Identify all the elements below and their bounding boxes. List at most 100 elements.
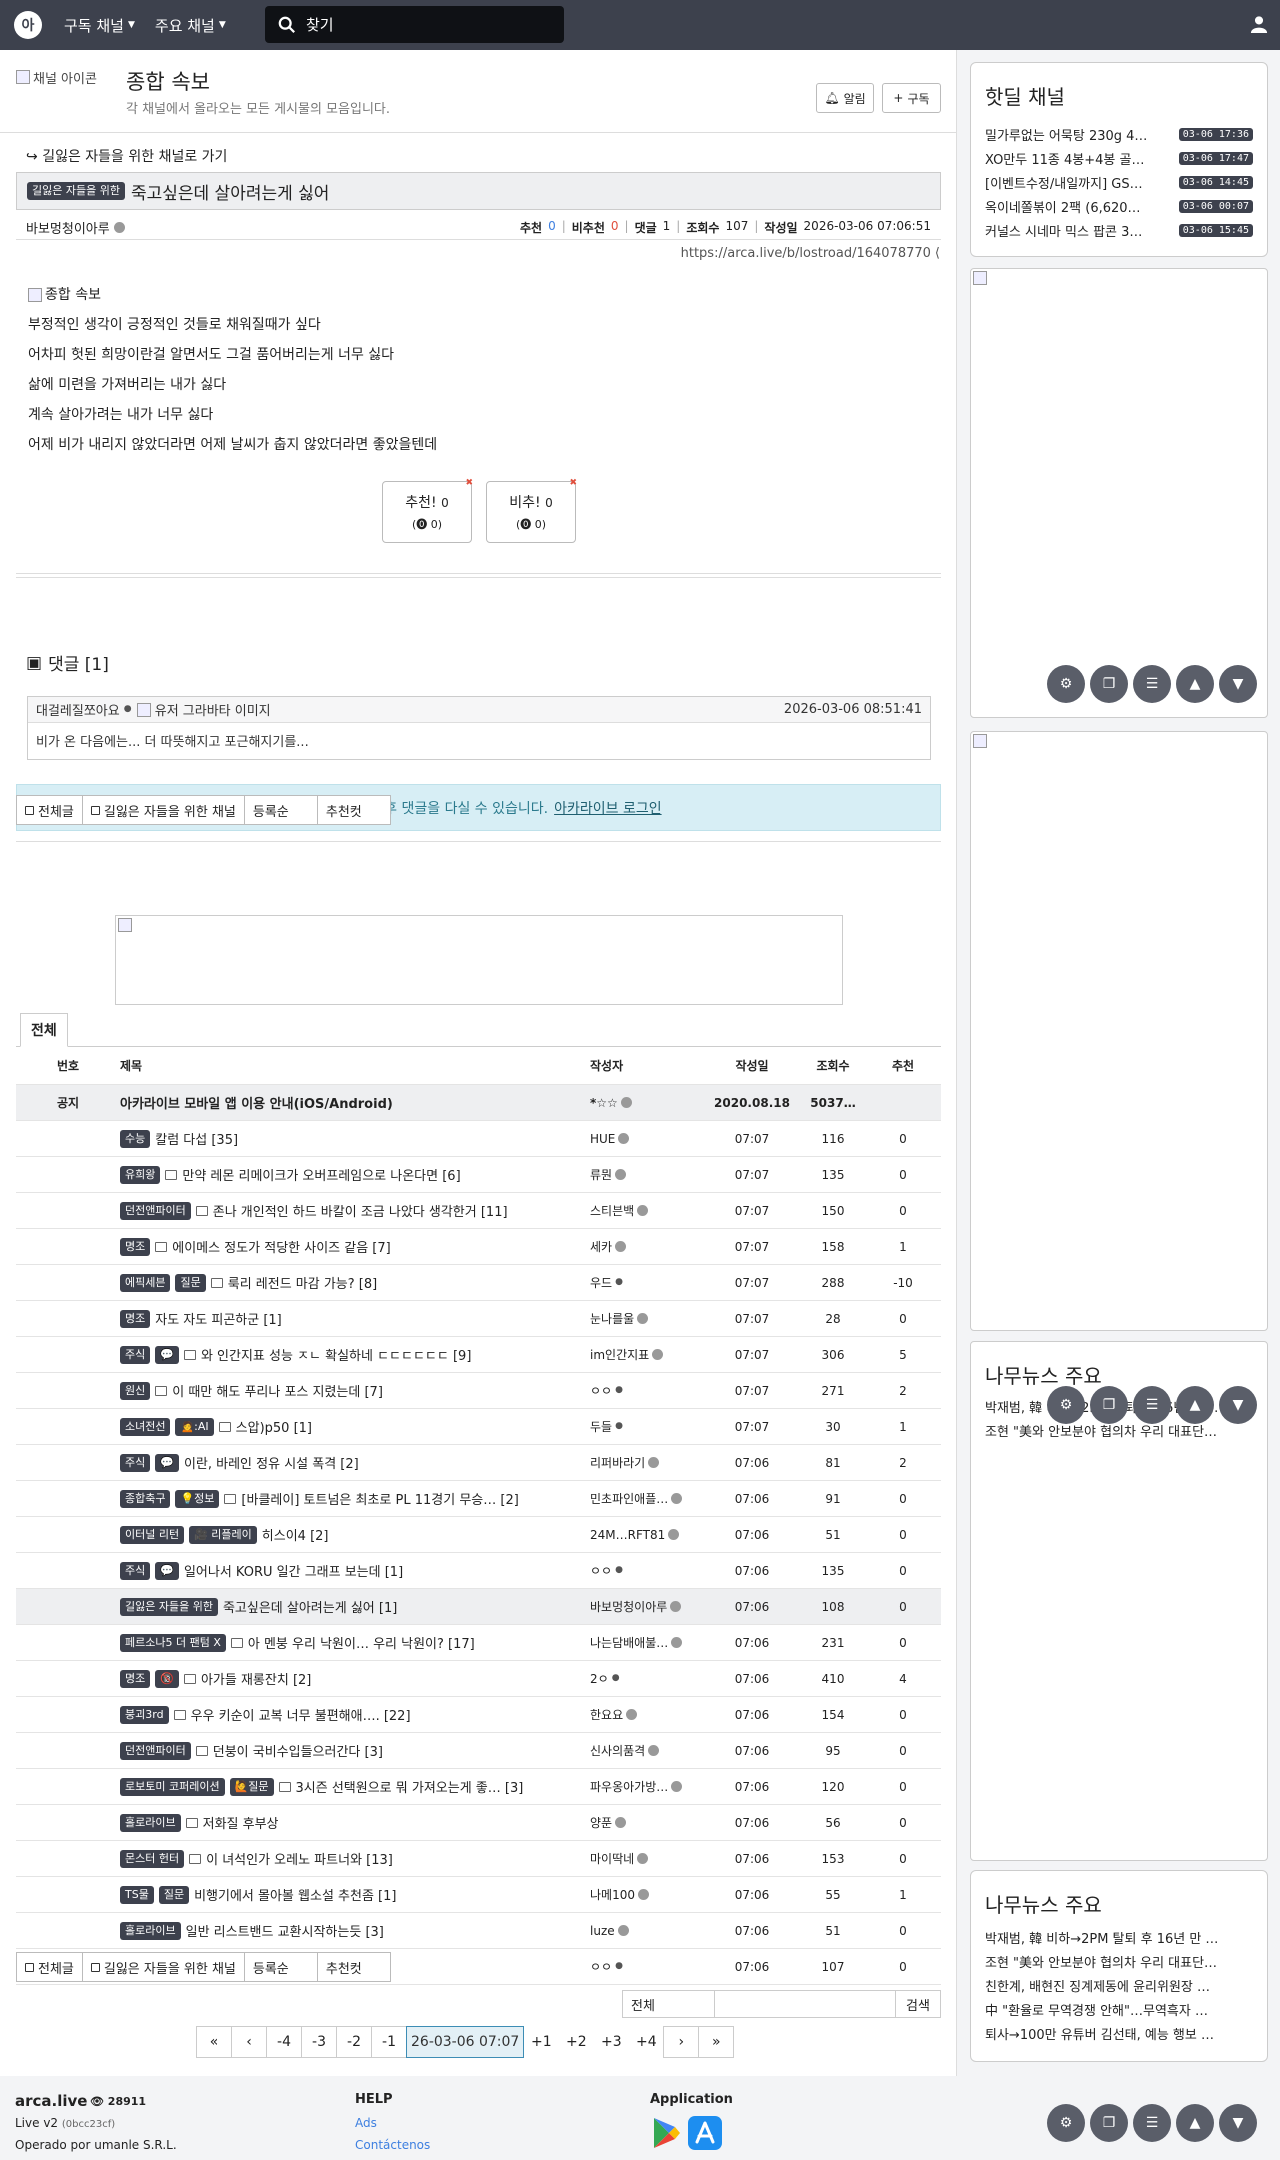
row-author[interactable]: 신사의품격: [590, 1742, 712, 1759]
table-row[interactable]: TS물 질문 비행기에서 몰아볼 웹소설 추천좀 [1] 나메100 07:06 55 1: [16, 1877, 941, 1913]
row-author[interactable]: 24M…RFT81: [590, 1528, 712, 1542]
user-icon[interactable]: [1250, 15, 1268, 33]
row-author[interactable]: 스티븐백: [590, 1202, 712, 1219]
tab-channel[interactable]: 길잃은 자들을 위한 채널: [81, 795, 245, 825]
page-button[interactable]: ‹: [231, 2026, 267, 2058]
scroll-down-button[interactable]: ▼: [1219, 1386, 1257, 1424]
hot-item[interactable]: 옥이네쫄볶이 2팩 (6,620… 03-06 00:07: [971, 194, 1267, 218]
tab-recommended-cut[interactable]: 추천컷: [316, 1952, 391, 1982]
row-title[interactable]: 원신 이 때만 해도 푸리나 포스 지렸는데 [7]: [120, 1381, 590, 1400]
row-author[interactable]: 눈나를울: [590, 1310, 712, 1327]
channel-title[interactable]: 종합 속보: [126, 66, 210, 96]
category-badge[interactable]: 💬: [155, 1345, 179, 1364]
settings-button[interactable]: ⚙: [1047, 2104, 1085, 2142]
row-title[interactable]: 홀로라이브 일반 리스트밴드 교환시작하는듯 [3]: [120, 1921, 590, 1940]
news-item[interactable]: 조현 "美와 안보분야 협의차 우리 대표단…: [971, 1421, 1267, 1445]
vote-up-button[interactable]: ✖ 추천! 0 (⓿ 0): [382, 478, 473, 543]
tab-all-posts[interactable]: 전체글: [16, 795, 83, 825]
back-to-channel-link[interactable]: ↪ 길잃은 자들을 위한 채널로 가기: [26, 146, 227, 166]
notice-row[interactable]: 공지 아카라이브 모바일 앱 이용 안내(iOS/Android) *☆☆ 20…: [16, 1085, 941, 1121]
row-title[interactable]: TS물 질문 비행기에서 몰아볼 웹소설 추천좀 [1]: [120, 1885, 590, 1904]
comments-button[interactable]: ❐: [1090, 2104, 1128, 2142]
scroll-up-button[interactable]: ▲: [1176, 665, 1214, 703]
comments-button[interactable]: ❐: [1090, 665, 1128, 703]
category-badge[interactable]: 원신: [120, 1381, 151, 1400]
page-button[interactable]: +1: [523, 2026, 559, 2058]
main-channels-menu[interactable]: 주요 채널 ▼: [155, 15, 226, 36]
news-title[interactable]: 나무뉴스 주요: [985, 1889, 1267, 1918]
row-author[interactable]: 리퍼바라기: [590, 1454, 712, 1471]
footer-ads-link[interactable]: Ads: [355, 2116, 377, 2130]
category-badge[interactable]: 주식: [120, 1345, 151, 1364]
table-row[interactable]: 수능 칼럼 다섭 [35] HUE 07:07 116 0: [16, 1121, 941, 1157]
page-button[interactable]: +3: [593, 2026, 629, 2058]
row-title[interactable]: 종합축구 💡정보 [바클레이] 토트넘은 최초로 PL 11경기 무승… [2]: [120, 1489, 590, 1508]
row-author[interactable]: 나는담배애불…: [590, 1634, 712, 1651]
row-title[interactable]: 소녀전선 🙍:AI 스압)p50 [1]: [120, 1417, 590, 1436]
tab-channel[interactable]: 길잃은 자들을 위한 채널: [81, 1952, 245, 1982]
row-author[interactable]: ㅇㅇ ●: [590, 1562, 712, 1579]
hot-item[interactable]: XO만두 11종 4봉+4봉 골… 03-06 17:47: [971, 146, 1267, 170]
category-badge[interactable]: 홀로라이브: [120, 1813, 181, 1832]
news-item[interactable]: 친한계, 배현진 징계제동에 윤리위원장 …: [971, 1976, 1267, 2000]
hot-item[interactable]: 밀가루없는 어묵탕 230g 4… 03-06 17:36: [971, 122, 1267, 146]
search-button[interactable]: 검색: [896, 1991, 940, 2017]
scroll-down-button[interactable]: ▼: [1219, 665, 1257, 703]
row-title[interactable]: 유희왕 만약 레몬 리메이크가 오버프레임으로 나온다면 [6]: [120, 1165, 590, 1184]
tab-sort-registered[interactable]: 등록순: [243, 795, 318, 825]
category-badge[interactable]: 종합축구: [120, 1489, 171, 1508]
row-author[interactable]: 2ㅇ ●: [590, 1670, 712, 1687]
row-title[interactable]: 명조 🔞 아가들 재롱잔치 [2]: [120, 1669, 590, 1688]
category-badge[interactable]: 던전앤파이터: [120, 1741, 191, 1760]
login-link[interactable]: 아카라이브 로그인: [554, 798, 662, 818]
list-button[interactable]: ☰: [1133, 2104, 1171, 2142]
category-badge[interactable]: 유희왕: [120, 1165, 161, 1184]
share-icon[interactable]: ⟨: [935, 246, 940, 261]
table-row[interactable]: 소녀전선 🙍:AI 스압)p50 [1] 두들 ● 07:07 30 1: [16, 1409, 941, 1445]
row-title[interactable]: 던전앤파이터 던붕이 국비수입들으러간다 [3]: [120, 1741, 590, 1760]
row-author[interactable]: ㅇㅇ ●: [590, 1382, 712, 1399]
row-title[interactable]: 몬스터 헌터 이 녀석인가 오레노 파트너와 [13]: [120, 1849, 590, 1868]
row-title[interactable]: 주식 💬 일어나서 KORU 일간 그래프 보는데 [1]: [120, 1561, 590, 1580]
comments-button[interactable]: ❐: [1090, 1386, 1128, 1424]
table-row[interactable]: 주식 💬 와 인간지표 성능 ㅈㄴ 확실하네 ㄷㄷㄷㄷㄷㄷ [9] im인간지표 07:…: [16, 1337, 941, 1373]
search-input[interactable]: 찾기: [265, 6, 564, 43]
row-title[interactable]: 홀로라이브 저화질 후부상: [120, 1813, 590, 1832]
ad-banner[interactable]: [115, 915, 843, 1005]
category-badge[interactable]: 페르소나5 더 팬텀 X: [120, 1633, 226, 1652]
hot-channels-title[interactable]: 핫딜 채널: [985, 81, 1267, 110]
row-title[interactable]: 명조 에이메스 정도가 적당한 사이즈 같음 [7]: [120, 1237, 590, 1256]
page-button[interactable]: -4: [266, 2026, 302, 2058]
row-title[interactable]: 붕괴3rd 우우 키순이 교복 너무 불편해애…. [22]: [120, 1705, 590, 1724]
list-button[interactable]: ☰: [1133, 1386, 1171, 1424]
footer-brand[interactable]: arca.live: [15, 2092, 87, 2110]
row-title[interactable]: 주식 💬 이란, 바레인 정유 시설 폭격 [2]: [120, 1453, 590, 1472]
table-row[interactable]: 명조 자도 자도 피곤하군 [1] 눈나를울 07:07 28 0: [16, 1301, 941, 1337]
page-button[interactable]: ›: [663, 2026, 700, 2058]
category-badge[interactable]: 🎥 리플레이: [189, 1525, 257, 1544]
footer-contact-link[interactable]: Contáctenos: [355, 2138, 430, 2152]
category-badge[interactable]: 수능: [120, 1129, 151, 1148]
table-row[interactable]: 원신 이 때만 해도 푸리나 포스 지렸는데 [7] ㅇㅇ ● 07:07 271 2: [16, 1373, 941, 1409]
site-logo[interactable]: 아: [14, 11, 42, 39]
row-author[interactable]: luze: [590, 1924, 712, 1938]
category-badge[interactable]: 로보토미 코퍼레이션: [120, 1777, 225, 1796]
row-author[interactable]: 마이딱네: [590, 1850, 712, 1867]
category-badge[interactable]: 에픽세븐: [120, 1273, 171, 1292]
post-author[interactable]: 바보멍청이아루: [26, 218, 125, 237]
app-store-icon[interactable]: [688, 2116, 722, 2150]
category-badge[interactable]: 홀로라이브: [120, 1921, 181, 1940]
row-title[interactable]: 에픽세븐 질문 룩리 레전드 마감 가능? [8]: [120, 1273, 590, 1292]
scroll-up-button[interactable]: ▲: [1176, 2104, 1214, 2142]
table-row[interactable]: 명조 에이메스 정도가 적당한 사이즈 같음 [7] 세카 07:07 158 1: [16, 1229, 941, 1265]
table-row[interactable]: 던전앤파이터 존나 개인적인 하드 바칼이 조금 나았다 생각한거 [11] 스티븐…: [16, 1193, 941, 1229]
category-badge[interactable]: 주식: [120, 1453, 151, 1472]
table-row[interactable]: 에픽세븐 질문 룩리 레전드 마감 가능? [8] 우드 ● 07:07 288 -10: [16, 1265, 941, 1301]
table-row[interactable]: 종합축구 💡정보 [바클레이] 토트넘은 최초로 PL 11경기 무승… [2] 민초…: [16, 1481, 941, 1517]
category-badge[interactable]: 명조: [120, 1237, 151, 1256]
news-item[interactable]: 조현 "美와 안보분야 협의차 우리 대표단…: [971, 1952, 1267, 1976]
page-button[interactable]: -1: [371, 2026, 407, 2058]
post-url[interactable]: https://arca.live/b/lostroad/164078770 ⟨: [681, 246, 940, 261]
table-row[interactable]: 로보토미 코퍼레이션 🙋질문 3시즌 선택원으로 뭐 가져오는게 좋… [3] 파우옹…: [16, 1769, 941, 1805]
table-row[interactable]: 길잃은 자들을 위한 죽고싶은데 살아려는게 싫어 [1] 바보멍청이아루 07:06…: [16, 1589, 941, 1625]
